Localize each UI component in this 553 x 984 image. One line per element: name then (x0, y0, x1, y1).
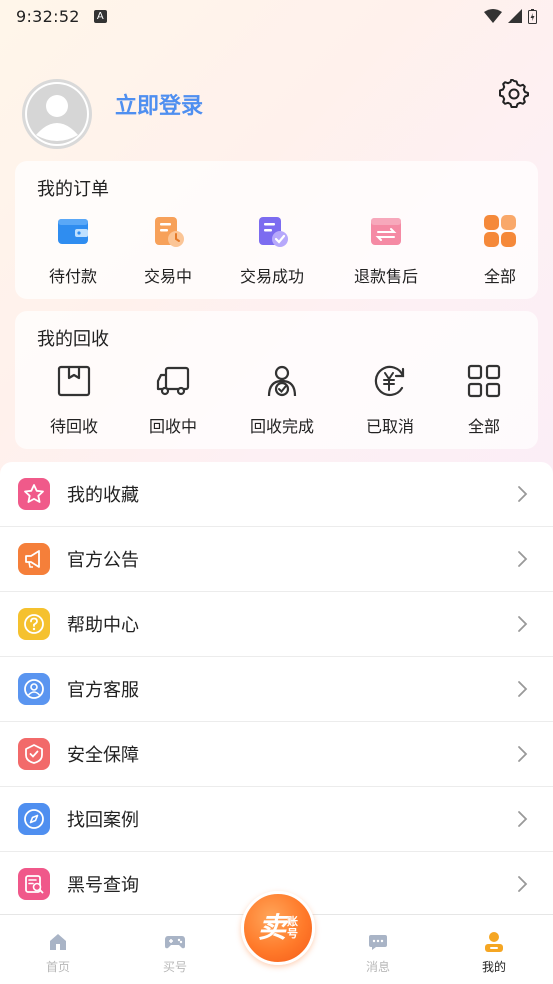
signal-icon (508, 9, 522, 23)
login-link[interactable]: 立即登录 (115, 88, 203, 120)
recycle-item-label: 已取消 (365, 417, 414, 436)
chevron-right-icon (518, 486, 528, 502)
wallet-icon (53, 211, 93, 251)
truck-icon (153, 361, 193, 401)
menu-item-label: 安全保障 (67, 745, 139, 766)
menu-list: 我的收藏 官方公告 帮助中心 官方客服 安全保障 找回案例 黑号查询 (0, 462, 553, 917)
order-trading[interactable]: 交易中 (118, 209, 218, 291)
order-success[interactable]: 交易成功 (222, 209, 322, 291)
success-icon (252, 211, 292, 251)
recycle-item-label: 回收完成 (249, 417, 314, 436)
menu-item-label: 我的收藏 (67, 485, 139, 506)
trading-icon (148, 211, 188, 251)
order-item-label: 全部 (483, 267, 516, 286)
grid-icon (480, 211, 520, 251)
menu-item-label: 找回案例 (67, 810, 139, 831)
nav-label: 买号 (162, 960, 187, 974)
orders-title: 我的订单 (37, 179, 109, 200)
menu-item-help-center[interactable]: 帮助中心 (0, 592, 553, 657)
profile-icon (483, 931, 505, 953)
sell-account-button[interactable]: 卖 账 号 (241, 891, 315, 965)
order-pending-payment[interactable]: 待付款 (23, 209, 123, 291)
home-icon (47, 931, 69, 953)
sell-small-text: 账 号 (287, 915, 298, 940)
menu-item-customer-service[interactable]: 官方客服 (0, 657, 553, 722)
menu-item-security[interactable]: 安全保障 (0, 722, 553, 787)
avatar-placeholder-icon (25, 82, 89, 146)
gamepad-icon (164, 931, 186, 953)
shield-check-icon (18, 738, 50, 770)
chevron-right-icon (518, 616, 528, 632)
recycle-complete[interactable]: 回收完成 (232, 359, 332, 441)
menu-item-label: 官方客服 (67, 680, 139, 701)
battery-icon (528, 8, 537, 24)
nav-profile[interactable]: 我的 (454, 915, 534, 984)
menu-item-favorites[interactable]: 我的收藏 (0, 462, 553, 527)
menu-item-label: 官方公告 (67, 550, 139, 571)
recycle-item-label: 待回收 (49, 417, 98, 436)
chevron-right-icon (518, 551, 528, 567)
order-all[interactable]: 全部 (450, 209, 550, 291)
yen-cancel-icon (370, 361, 410, 401)
order-item-label: 交易中 (143, 267, 192, 286)
status-bar: 9:32:52 A (0, 0, 553, 32)
nav-label: 首页 (45, 960, 70, 974)
megaphone-icon (18, 543, 50, 575)
refund-icon (366, 211, 406, 251)
person-check-icon (262, 361, 302, 401)
search-doc-icon (18, 868, 50, 900)
recycle-card: 我的回收 待回收 回收中 回收完成 已取消 全部 (15, 311, 538, 449)
menu-item-recovery-cases[interactable]: 找回案例 (0, 787, 553, 852)
nav-label: 我的 (481, 960, 506, 974)
recycle-in-progress[interactable]: 回收中 (123, 359, 223, 441)
recycle-pending[interactable]: 待回收 (24, 359, 124, 441)
menu-item-label: 黑号查询 (67, 875, 139, 896)
user-service-icon (18, 673, 50, 705)
sell-small-bottom: 号 (287, 927, 298, 940)
wifi-icon (484, 9, 502, 23)
chevron-right-icon (518, 811, 528, 827)
grid-outline-icon (464, 361, 504, 401)
recycle-all[interactable]: 全部 (434, 359, 534, 441)
nav-messages[interactable]: 消息 (338, 915, 418, 984)
avatar[interactable] (22, 79, 92, 149)
settings-gear-icon[interactable] (499, 78, 529, 109)
nav-buy-account[interactable]: 买号 (135, 915, 215, 984)
sell-big-char: 卖 (257, 911, 286, 944)
status-time: 9:32:52 (16, 6, 80, 26)
question-icon (18, 608, 50, 640)
compass-icon (18, 803, 50, 835)
order-item-label: 退款售后 (353, 267, 418, 286)
recycle-cancelled[interactable]: 已取消 (340, 359, 440, 441)
box-icon (54, 361, 94, 401)
message-icon (367, 931, 389, 953)
nav-home[interactable]: 首页 (18, 915, 98, 984)
recycle-title: 我的回收 (37, 329, 109, 350)
order-item-label: 交易成功 (239, 267, 304, 286)
notification-icon: A (93, 9, 107, 23)
star-icon (18, 478, 50, 510)
recycle-item-label: 全部 (467, 417, 500, 436)
status-icons (484, 8, 537, 24)
orders-card: 我的订单 待付款 交易中 交易成功 退款售后 全部 (15, 161, 538, 299)
chevron-right-icon (518, 681, 528, 697)
order-refund[interactable]: 退款售后 (336, 209, 436, 291)
menu-item-label: 帮助中心 (67, 615, 139, 636)
order-item-label: 待付款 (48, 267, 97, 286)
recycle-item-label: 回收中 (148, 417, 197, 436)
nav-label: 消息 (365, 960, 390, 974)
chevron-right-icon (518, 876, 528, 892)
chevron-right-icon (518, 746, 528, 762)
menu-item-announcements[interactable]: 官方公告 (0, 527, 553, 592)
